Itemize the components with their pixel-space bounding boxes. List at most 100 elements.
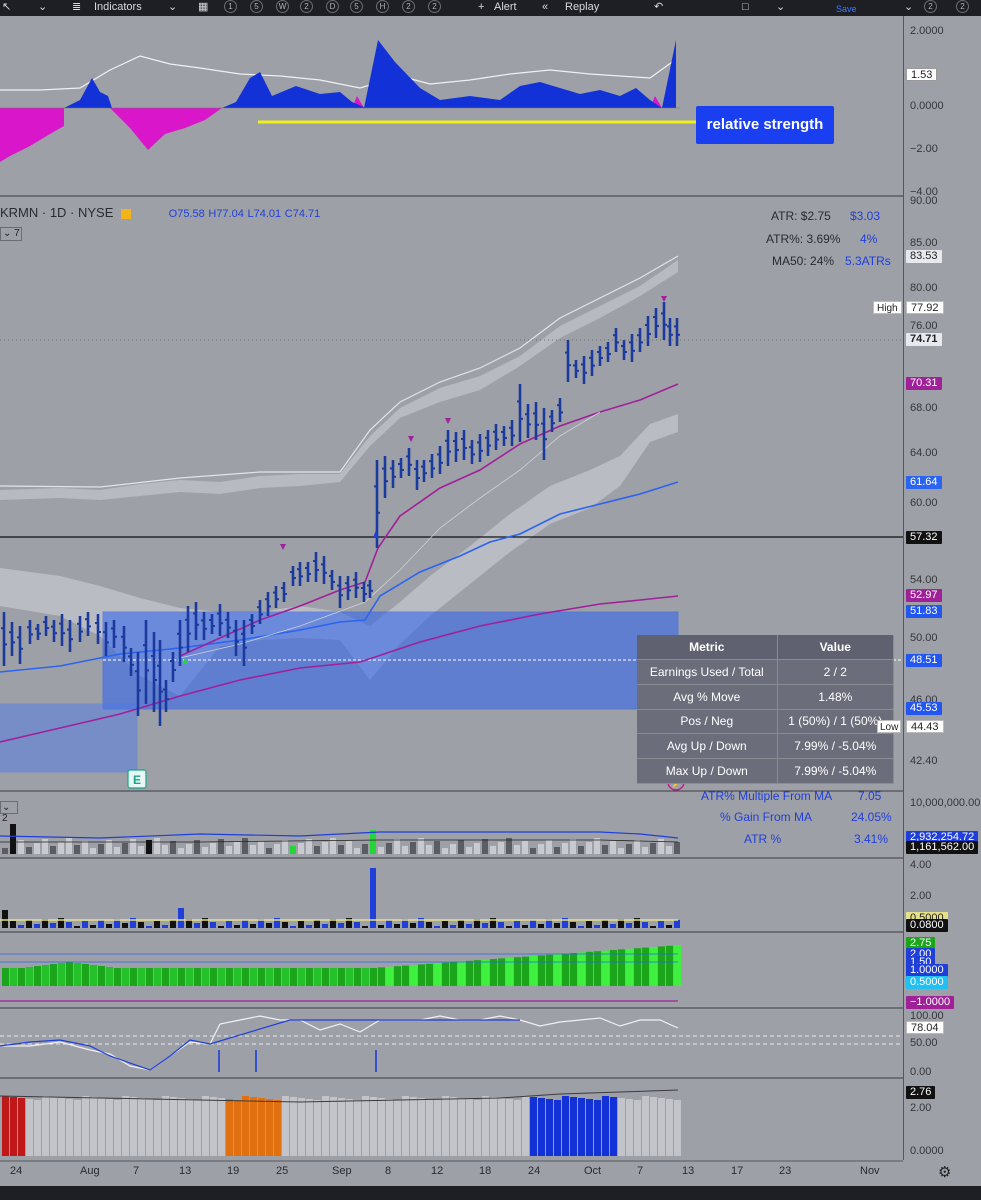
- indicator5-bar: [594, 1100, 601, 1156]
- indicator2-bar: [162, 925, 168, 928]
- indicator2-bar: [642, 922, 648, 928]
- indicator3-bar: [418, 964, 425, 986]
- layout-grid-icon[interactable]: □: [742, 0, 749, 16]
- volume-bar: [218, 839, 224, 854]
- bottom-toolbar[interactable]: [0, 1186, 981, 1200]
- collapse-indicators-button[interactable]: ⌄ 7: [0, 227, 22, 241]
- indicator5-bar: [50, 1097, 57, 1156]
- replay-button[interactable]: Replay: [565, 0, 599, 16]
- volume-bar: [506, 838, 512, 854]
- indicators-button[interactable]: Indicators: [94, 0, 142, 16]
- indicator3-bar: [346, 968, 353, 986]
- indicator5-bar: [418, 1098, 425, 1156]
- interval-button[interactable]: D: [326, 0, 339, 13]
- undo-icon[interactable]: ↶: [654, 0, 663, 16]
- indicators-icon[interactable]: ≣: [72, 0, 81, 16]
- volume-bar: [282, 840, 288, 854]
- replay-icon[interactable]: «: [542, 0, 548, 16]
- indicator3-bar: [386, 966, 393, 986]
- chevron-down-icon[interactable]: ⌄: [776, 0, 785, 16]
- volume-bar: [594, 838, 600, 854]
- symbol-legend[interactable]: KRMN · 1D · NYSE O75.58 H77.04 L74.01 C7…: [0, 205, 320, 220]
- indicator2-bar: [10, 921, 16, 928]
- alert-button[interactable]: Alert: [494, 0, 517, 16]
- indicator2-bar: [594, 925, 600, 928]
- volume-bar: [266, 848, 272, 854]
- interval-button[interactable]: 2: [300, 0, 313, 13]
- interval-button[interactable]: 2: [402, 0, 415, 13]
- hline-badge: 57.32: [906, 531, 942, 544]
- counter-badge[interactable]: 2: [956, 0, 969, 13]
- volume-bar: [298, 843, 304, 854]
- indicator5-bar: [570, 1097, 577, 1156]
- extra-metric-value: 24.05%: [851, 810, 892, 824]
- interval-button[interactable]: 1: [224, 0, 237, 13]
- indicator5-bar: [298, 1098, 305, 1156]
- indicator3-bar: [10, 968, 17, 986]
- layout-icon[interactable]: ▦: [198, 0, 208, 16]
- table-header: Metric: [637, 635, 778, 661]
- indicator5-bar: [98, 1098, 105, 1156]
- indicator2-bar: [602, 920, 608, 928]
- chart-canvas[interactable]: E ⚡: [0, 16, 903, 1186]
- volume-bar: [226, 846, 232, 854]
- last-price-badge: 74.71: [906, 333, 942, 346]
- indicator5-bar: [514, 1100, 521, 1156]
- indicator5-bar: [410, 1097, 417, 1156]
- counter-badge[interactable]: 2: [924, 0, 937, 13]
- table-row: Avg Up / Down 7.99% / -5.04%: [637, 733, 895, 759]
- interval-button[interactable]: 5: [350, 0, 363, 13]
- box-bottom-badge: 45.53: [906, 702, 942, 715]
- indicator5-bar: [90, 1097, 97, 1156]
- interval-button[interactable]: W: [276, 0, 289, 13]
- table-cell: Max Up / Down: [637, 758, 778, 784]
- indicator5-bar: [482, 1096, 489, 1156]
- volume-bar: [530, 848, 536, 854]
- interval-button[interactable]: 5: [250, 0, 263, 13]
- indicator5-bar: [306, 1099, 313, 1156]
- indicator3-bar: [354, 968, 361, 986]
- indicator5-bar: [42, 1096, 49, 1156]
- indicator3-bar: [362, 968, 369, 986]
- indicator5-bar: [226, 1099, 233, 1156]
- indicator2-bar: [266, 923, 272, 928]
- chevron-down-icon[interactable]: ⌄: [38, 0, 47, 16]
- high-value: 77.92: [906, 301, 944, 314]
- symbol-title[interactable]: KRMN · 1D · NYSE: [0, 205, 113, 220]
- indicator2-bar: [218, 926, 224, 928]
- interval-button[interactable]: 2: [428, 0, 441, 13]
- chart-app: ↖ ⌄ ≣ Indicators ⌄ ▦ 1 5 W 2 D 5 H 2 2 +…: [0, 0, 981, 1200]
- indicator4-tick: 50.00: [910, 1037, 938, 1049]
- price-tick: 54.00: [910, 574, 938, 586]
- settings-gear-icon[interactable]: ⚙: [938, 1163, 951, 1181]
- indicator5-bar: [578, 1098, 585, 1156]
- cursor-icon[interactable]: ↖: [2, 0, 11, 16]
- volume-legend-button[interactable]: ⌄ 2: [0, 801, 18, 824]
- volume-badge: 1,161,562.00: [906, 841, 979, 854]
- volume-bar: [490, 846, 496, 854]
- volume-bar: [514, 845, 520, 854]
- indicator2-bar: [122, 923, 128, 928]
- low-label: Low: [877, 720, 902, 733]
- atr-percent-value: 4%: [860, 232, 878, 246]
- indicator4-line-blue: [0, 1019, 520, 1071]
- table-row: Pos / Neg 1 (50%) / 1 (50%): [637, 709, 895, 735]
- interval-button[interactable]: H: [376, 0, 389, 13]
- chevron-down-icon[interactable]: ⌄: [904, 0, 913, 16]
- indicator3-bar: [394, 966, 401, 986]
- x-axis-label: 7: [133, 1165, 140, 1177]
- price-tick: 80.00: [910, 282, 938, 294]
- chevron-down-icon[interactable]: ⌄: [168, 0, 177, 16]
- indicator5-bar: [362, 1096, 369, 1156]
- alert-icon[interactable]: +: [478, 0, 484, 16]
- earnings-badge: E: [133, 773, 141, 787]
- indicator5-bar: [162, 1096, 169, 1156]
- indicator5-bar: [466, 1099, 473, 1156]
- indicator3-bars: [2, 945, 681, 986]
- indicator5-bar: [114, 1100, 121, 1156]
- table-header-row: Metric Value: [637, 635, 895, 661]
- indicator2-bar: [314, 920, 320, 928]
- volume-bar: [378, 847, 384, 854]
- table-cell: Avg % Move: [637, 684, 778, 710]
- sell-signal-marker: [280, 544, 286, 550]
